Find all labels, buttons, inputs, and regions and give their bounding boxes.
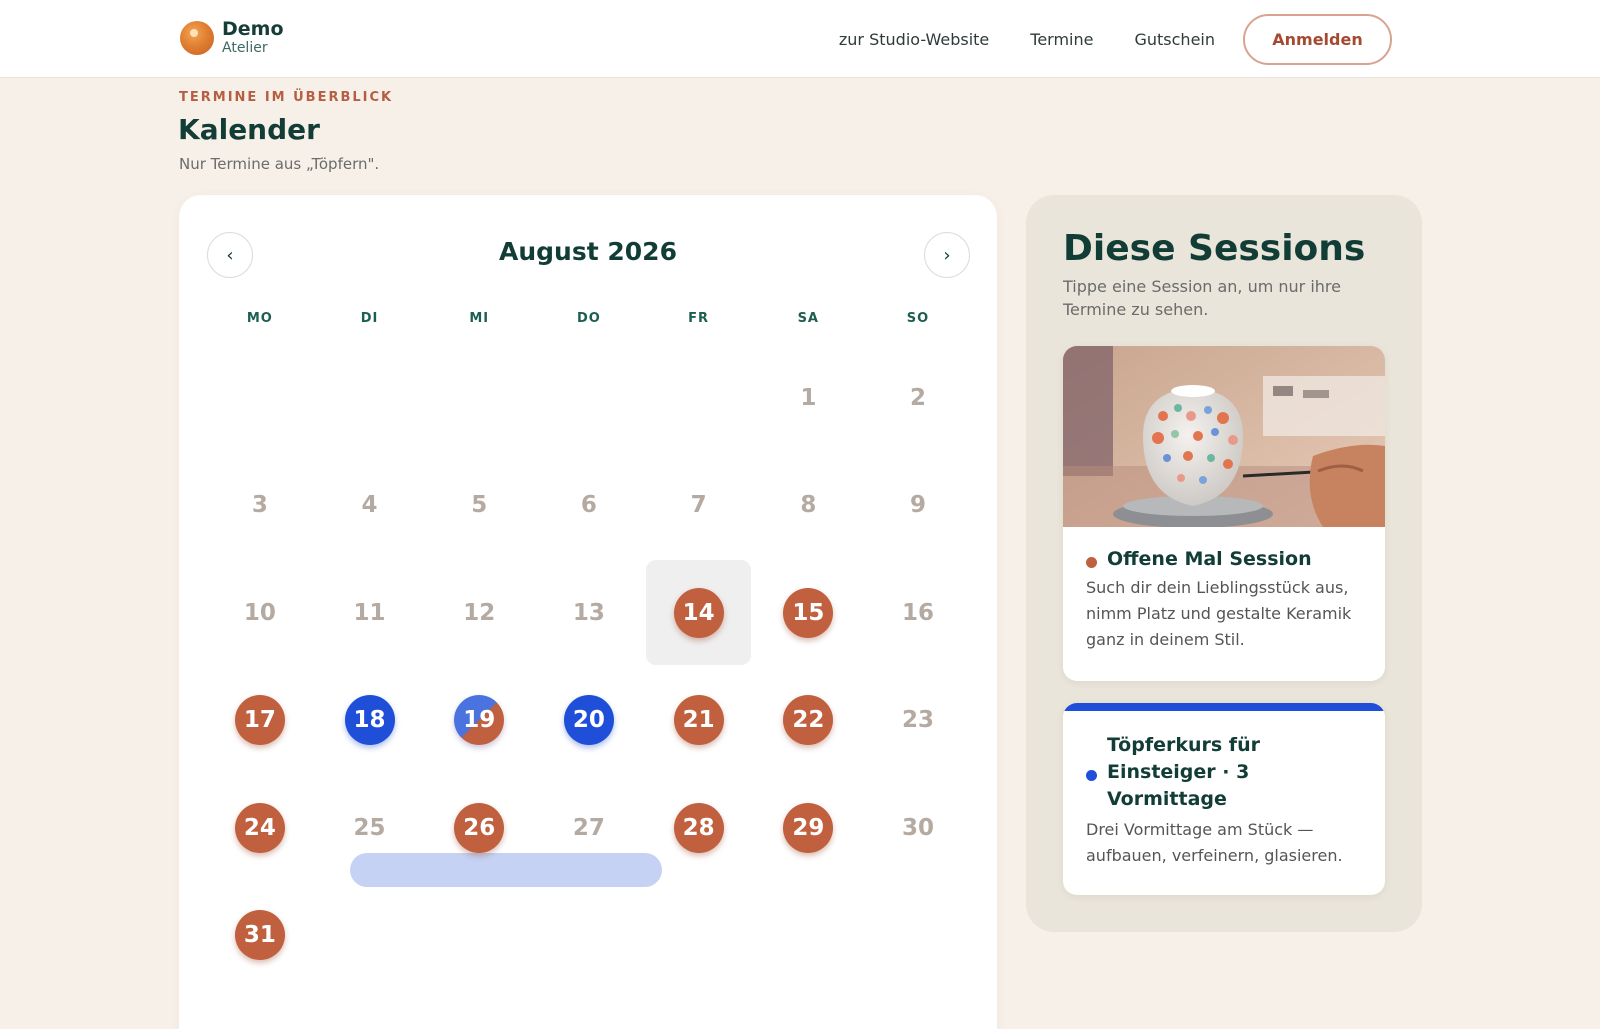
calendar-day-22[interactable]: 22 bbox=[756, 668, 861, 773]
event-day-marker[interactable]: 31 bbox=[234, 910, 285, 960]
session-description: Drei Vormittage am Stück — aufbauen, ver… bbox=[1086, 820, 1343, 865]
brand-name: Demo bbox=[222, 18, 284, 40]
session-card-offene-mal-session[interactable]: Offene Mal Session Such dir dein Lieblin… bbox=[1063, 346, 1385, 681]
calendar-day-3: 3 bbox=[207, 453, 312, 558]
login-button[interactable]: Anmelden bbox=[1243, 14, 1392, 65]
event-day-marker[interactable]: 19 bbox=[454, 695, 505, 745]
calendar-day-14[interactable]: 14 bbox=[646, 560, 752, 665]
session-title: Offene Mal Session bbox=[1107, 548, 1312, 570]
nav-link-termine[interactable]: Termine bbox=[1030, 30, 1093, 49]
day-number: 2 bbox=[910, 384, 927, 411]
top-navigation-bar: Demo Atelier zur Studio-Website Termine … bbox=[0, 0, 1600, 78]
calendar-day-17[interactable]: 17 bbox=[207, 668, 312, 773]
calendar-day-7: 7 bbox=[646, 453, 751, 558]
calendar-day-31[interactable]: 31 bbox=[207, 883, 312, 988]
session-color-dot bbox=[1086, 770, 1097, 781]
calendar-day-23: 23 bbox=[866, 668, 971, 773]
day-number: 27 bbox=[572, 814, 605, 841]
calendar-day-15[interactable]: 15 bbox=[756, 560, 861, 665]
session-title: Töpferkurs für Einsteiger · 3 Vormittage bbox=[1107, 734, 1260, 810]
event-day-marker[interactable]: 21 bbox=[673, 695, 724, 745]
event-day-marker[interactable]: 17 bbox=[234, 695, 285, 745]
multi-day-session-range bbox=[350, 853, 662, 887]
calendar-day-29[interactable]: 29 bbox=[756, 775, 861, 880]
weekday-label: DO bbox=[576, 311, 601, 326]
calendar-day-24[interactable]: 24 bbox=[207, 775, 312, 880]
calendar-day-28[interactable]: 28 bbox=[646, 775, 751, 880]
calendar-card: ‹ August 2026 › MO DI MI DO FR SA SO 123… bbox=[179, 195, 997, 1029]
chevron-right-icon: › bbox=[943, 244, 951, 266]
event-day-marker[interactable]: 14 bbox=[673, 587, 724, 638]
sessions-title: Diese Sessions bbox=[1063, 228, 1366, 269]
page-subtitle: Nur Termine aus „Töpfern". bbox=[179, 155, 380, 173]
nav-link-studio-website[interactable]: zur Studio-Website bbox=[839, 30, 989, 49]
calendar-day-19[interactable]: 19 bbox=[427, 668, 532, 773]
nav-link-gutschein[interactable]: Gutschein bbox=[1134, 30, 1215, 49]
next-month-button[interactable]: › bbox=[924, 232, 970, 278]
event-day-marker[interactable]: 18 bbox=[344, 695, 395, 745]
calendar-day-30: 30 bbox=[866, 775, 971, 880]
day-number: 25 bbox=[353, 814, 386, 841]
event-day-marker[interactable]: 22 bbox=[783, 695, 834, 745]
day-number: 10 bbox=[243, 599, 276, 626]
event-day-marker[interactable]: 28 bbox=[673, 802, 724, 853]
event-day-marker[interactable]: 26 bbox=[454, 802, 505, 853]
brand-subtitle: Atelier bbox=[222, 40, 268, 56]
page-title: Kalender bbox=[178, 113, 320, 146]
weekday-label: DI bbox=[360, 311, 379, 326]
calendar-day-8: 8 bbox=[756, 453, 861, 558]
calendar-day-18[interactable]: 18 bbox=[317, 668, 422, 773]
session-photo-painted-vase bbox=[1063, 346, 1385, 527]
calendar-day-21[interactable]: 21 bbox=[646, 668, 751, 773]
session-description: Such dir dein Lieblingsstück aus, nimm P… bbox=[1086, 578, 1352, 649]
calendar-day-12: 12 bbox=[427, 560, 532, 665]
weekday-label: SA bbox=[797, 311, 819, 326]
sessions-panel: Diese Sessions Tippe eine Session an, um… bbox=[1026, 195, 1422, 932]
weekday-label: MO bbox=[246, 311, 273, 326]
calendar-day-4: 4 bbox=[317, 453, 422, 558]
session-card-toepferkurs-einsteiger[interactable]: Töpferkurs für Einsteiger · 3 Vormittage… bbox=[1063, 703, 1385, 895]
event-day-marker[interactable]: 15 bbox=[783, 587, 834, 638]
brand-logo[interactable]: Demo Atelier bbox=[180, 20, 284, 55]
session-accent-bar bbox=[1063, 703, 1385, 711]
day-number: 13 bbox=[572, 599, 605, 626]
day-number: 23 bbox=[902, 707, 935, 733]
day-number: 6 bbox=[580, 492, 597, 518]
sessions-hint: Tippe eine Session an, um nur ihre Termi… bbox=[1063, 277, 1341, 319]
day-number: 3 bbox=[251, 492, 268, 518]
day-number: 12 bbox=[463, 599, 496, 626]
calendar-day-16: 16 bbox=[866, 560, 971, 665]
day-number: 11 bbox=[353, 599, 386, 626]
event-day-marker[interactable]: 24 bbox=[234, 802, 285, 853]
calendar-day-20[interactable]: 20 bbox=[536, 668, 641, 773]
calendar-month-title: August 2026 bbox=[499, 237, 677, 266]
weekday-label: FR bbox=[688, 311, 710, 326]
weekday-header-row: MO DI MI DO FR SA SO bbox=[205, 311, 973, 326]
session-color-dot bbox=[1086, 557, 1097, 568]
main-nav: zur Studio-Website Termine Gutschein Anm… bbox=[839, 14, 1392, 65]
calendar-day-2: 2 bbox=[866, 345, 971, 450]
calendar-day-6: 6 bbox=[536, 453, 641, 558]
day-number: 9 bbox=[910, 492, 927, 518]
event-day-marker[interactable]: 29 bbox=[783, 802, 834, 853]
calendar-day-9: 9 bbox=[866, 453, 971, 558]
weekday-label: SO bbox=[906, 311, 930, 326]
brand-logo-icon bbox=[180, 20, 214, 55]
page-eyebrow: TERMINE IM ÜBERBLICK bbox=[179, 90, 394, 105]
calendar-day-5: 5 bbox=[427, 453, 532, 558]
day-number: 1 bbox=[800, 384, 817, 411]
day-number: 5 bbox=[471, 492, 488, 518]
weekday-label: MI bbox=[469, 311, 490, 326]
day-number: 4 bbox=[361, 492, 378, 518]
calendar-day-1: 1 bbox=[756, 345, 861, 450]
calendar-day-11: 11 bbox=[317, 560, 422, 665]
event-day-marker[interactable]: 20 bbox=[563, 695, 614, 745]
calendar-day-13: 13 bbox=[536, 560, 641, 665]
day-number: 16 bbox=[902, 599, 935, 626]
day-number: 30 bbox=[902, 814, 935, 841]
day-number: 8 bbox=[800, 492, 817, 518]
calendar-day-10: 10 bbox=[207, 560, 312, 665]
day-number: 7 bbox=[690, 492, 707, 518]
